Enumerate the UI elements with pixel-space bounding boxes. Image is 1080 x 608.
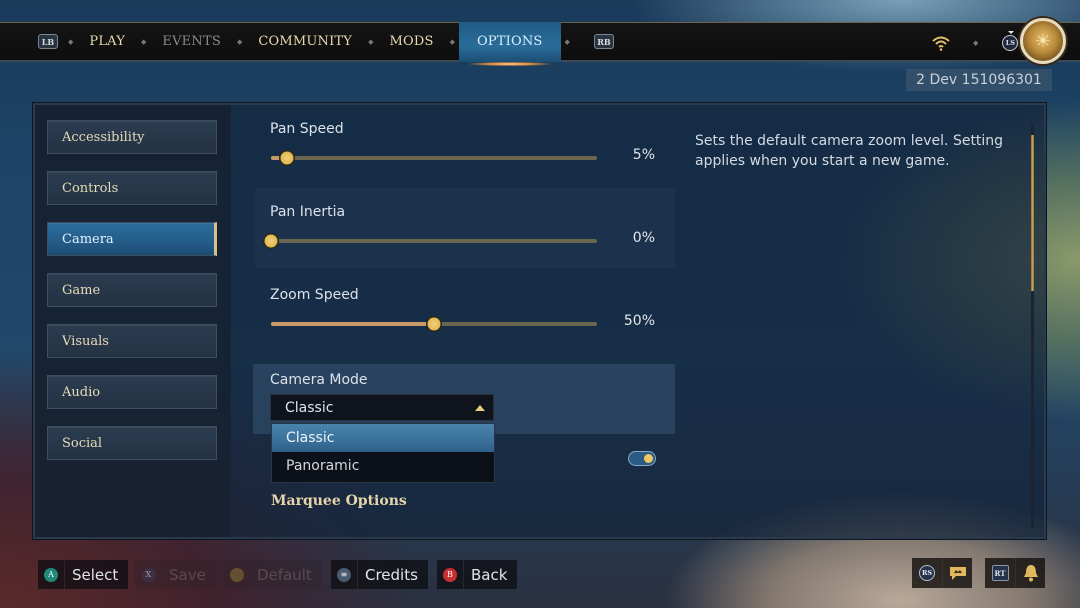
nav-tab-community[interactable]: COMMUNITY xyxy=(252,22,358,62)
setting-toggle-switch[interactable] xyxy=(628,451,656,466)
slider-thumb[interactable] xyxy=(279,150,296,166)
slider-fill xyxy=(271,322,434,326)
sun-emblem-icon[interactable]: ☀ xyxy=(1020,18,1066,64)
setting-zoom-speed: Zoom Speed 50% xyxy=(255,271,675,351)
rt-trigger-icon: RT xyxy=(991,565,1009,581)
b-button-icon: B xyxy=(443,567,457,582)
options-sidebar: Accessibility Controls Camera Game Visua… xyxy=(35,105,231,537)
sidebar-item-visuals[interactable]: Visuals xyxy=(47,324,217,358)
nav-separator: ◆ xyxy=(449,37,455,46)
nav-tab-mods[interactable]: MODS xyxy=(383,22,439,62)
rt-trigger-button[interactable]: RT xyxy=(985,558,1015,588)
pan-inertia-slider[interactable] xyxy=(263,233,597,249)
setting-pan-speed: Pan Speed 5% xyxy=(255,105,675,185)
nav-tab-options[interactable]: OPTIONS xyxy=(458,21,561,66)
nav-separator: ◆ xyxy=(141,37,147,46)
button-label: Select xyxy=(72,565,119,584)
rs-stick-icon: RS xyxy=(919,565,935,581)
wifi-icon[interactable] xyxy=(931,35,951,51)
sidebar-item-audio[interactable]: Audio xyxy=(47,375,217,409)
credits-button[interactable]: ≡ Credits xyxy=(331,560,428,589)
menu-button-icon: ≡ xyxy=(337,567,351,582)
button-label: Back xyxy=(471,565,508,584)
y-button-icon xyxy=(229,567,244,582)
x-button-icon: X xyxy=(141,567,156,582)
nav-separator: ◆ xyxy=(236,37,243,46)
save-button[interactable]: X Save xyxy=(135,560,216,589)
chat-button-group: RS xyxy=(912,558,972,588)
slider-value: 5% xyxy=(632,147,655,163)
dropdown-option-panoramic[interactable]: Panoramic xyxy=(272,452,494,480)
sidebar-item-game[interactable]: Game xyxy=(47,273,217,307)
select-button[interactable]: A Select xyxy=(38,560,129,589)
setting-description: Sets the default camera zoom level. Sett… xyxy=(695,133,1004,169)
slider-value: 50% xyxy=(623,313,655,329)
camera-mode-options: Classic Panoramic xyxy=(271,423,495,483)
sidebar-item-camera[interactable]: Camera xyxy=(47,222,217,256)
status-separator: ◆ xyxy=(972,39,979,47)
options-panel: Accessibility Controls Camera Game Visua… xyxy=(33,103,1046,539)
chevron-up-icon xyxy=(475,405,485,411)
slider-value: 0% xyxy=(632,230,655,246)
build-version-label: 2 Dev 151096301 xyxy=(906,69,1052,91)
nav-tab-play[interactable]: PLAY xyxy=(83,22,131,62)
scrollbar-thumb[interactable] xyxy=(1031,135,1034,291)
default-button[interactable]: Default xyxy=(223,560,322,589)
zoom-speed-slider[interactable] xyxy=(271,316,597,332)
nav-separator: ◆ xyxy=(68,37,74,46)
sidebar-item-controls[interactable]: Controls xyxy=(47,171,217,205)
chat-bubble-icon xyxy=(949,567,966,580)
setting-label: Pan Inertia xyxy=(270,204,346,220)
button-label: Save xyxy=(169,565,206,584)
button-label: Default xyxy=(257,565,312,584)
rb-bumper-icon[interactable]: RB xyxy=(593,34,614,49)
settings-list: Pan Speed 5% Pan Inertia 0% Zoom Speed 5… xyxy=(253,105,675,537)
section-title-marquee-options: Marquee Options xyxy=(271,493,407,509)
setting-label: Zoom Speed xyxy=(270,287,359,303)
nav-separator: ◆ xyxy=(564,37,570,46)
chat-button[interactable] xyxy=(942,558,972,588)
dropdown-selected-value: Classic xyxy=(285,399,334,416)
notifications-button[interactable] xyxy=(1015,558,1045,588)
camera-mode-dropdown[interactable]: Classic xyxy=(270,394,494,421)
sidebar-item-social[interactable]: Social xyxy=(47,426,217,460)
sidebar-item-accessibility[interactable]: Accessibility xyxy=(47,120,217,154)
a-button-icon: A xyxy=(44,567,58,582)
back-button[interactable]: B Back xyxy=(437,560,518,589)
nav-tab-events[interactable]: EVENTS xyxy=(156,22,227,62)
pan-speed-slider[interactable] xyxy=(271,150,597,166)
button-label: Credits xyxy=(365,565,418,584)
slider-thumb[interactable] xyxy=(263,233,279,249)
dropdown-option-classic[interactable]: Classic xyxy=(272,424,494,452)
setting-label: Camera Mode xyxy=(270,372,368,388)
lb-bumper-icon[interactable]: LB xyxy=(38,34,58,49)
ls-stick-icon[interactable]: LS xyxy=(1002,31,1019,51)
setting-pan-inertia: Pan Inertia 0% xyxy=(255,188,675,268)
notifications-button-group: RT xyxy=(985,558,1045,588)
nav-separator: ◆ xyxy=(368,37,374,46)
rs-stick-button[interactable]: RS xyxy=(912,558,942,588)
top-nav-bar: LB ◆ PLAY ◆ EVENTS ◆ COMMUNITY ◆ MODS ◆ … xyxy=(0,21,1080,66)
bell-icon xyxy=(1023,565,1038,582)
slider-thumb[interactable] xyxy=(426,316,442,332)
setting-label: Pan Speed xyxy=(270,121,344,137)
